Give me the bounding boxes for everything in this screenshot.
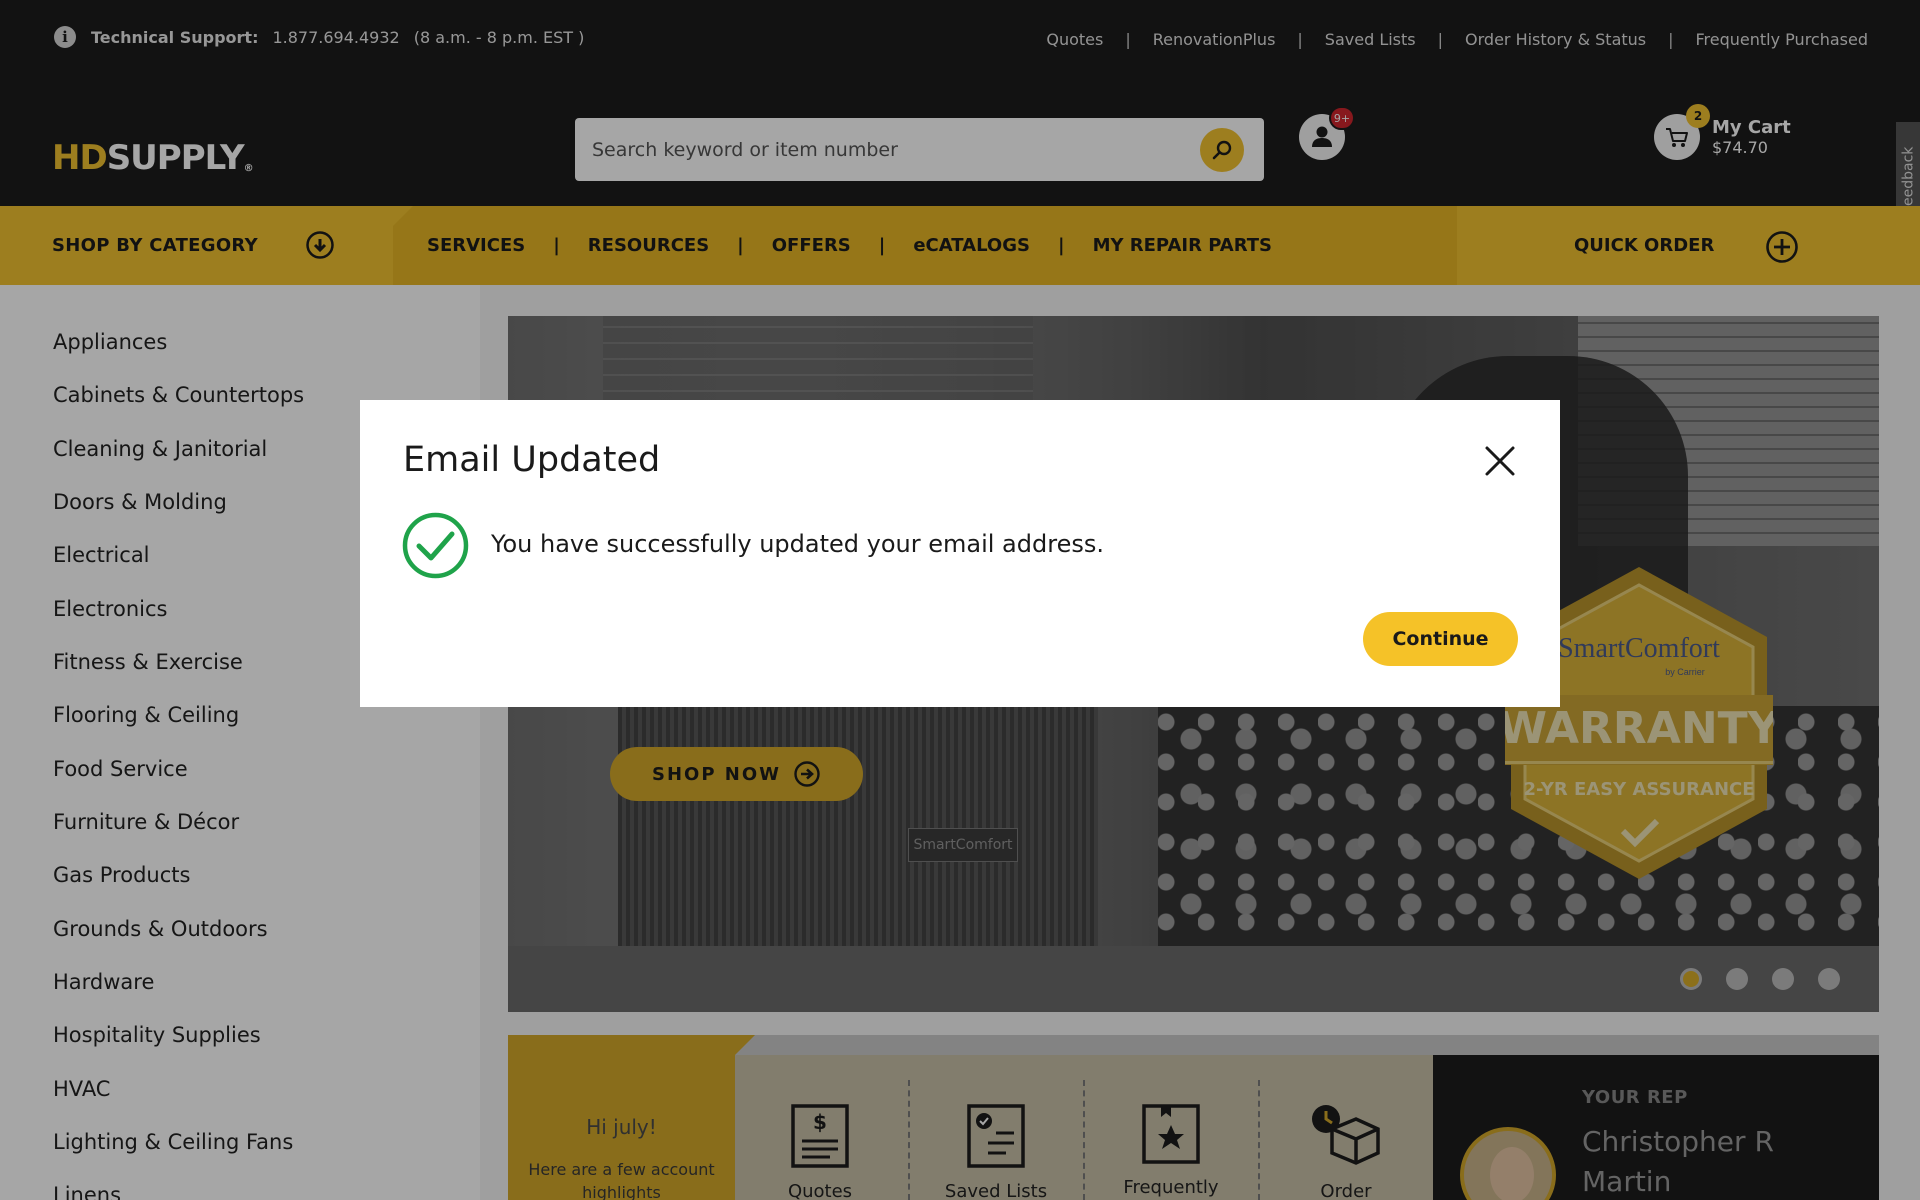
dialog-message: You have successfully updated your email…	[491, 530, 1104, 558]
success-check-icon	[402, 512, 469, 579]
dialog-title: Email Updated	[403, 440, 661, 480]
email-updated-dialog: Email Updated You have successfully upda…	[360, 400, 1560, 707]
continue-button[interactable]: Continue	[1363, 612, 1518, 666]
close-icon[interactable]	[1482, 443, 1518, 479]
